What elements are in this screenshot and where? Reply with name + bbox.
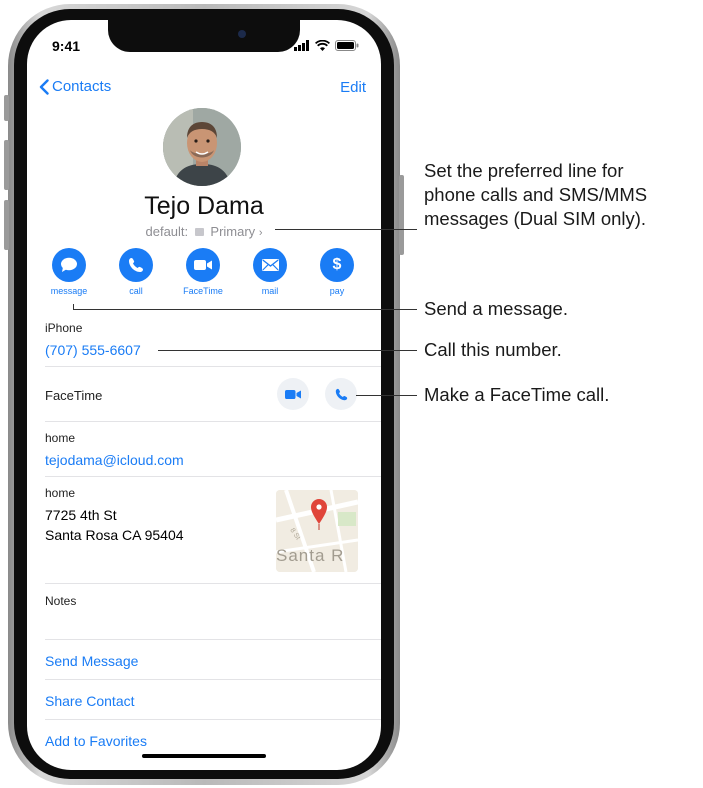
message-icon [61,257,77,272]
avatar [163,108,241,186]
address-label: home [45,486,76,500]
message-button[interactable]: message [38,248,100,296]
callout-call-number: Call this number. [424,339,562,360]
callout-dual-sim: Set the preferred line for phone calls a… [424,159,647,231]
divider [45,719,381,720]
message-circle [52,248,86,282]
facetime-label: FaceTime [183,286,223,296]
side-button [399,175,404,255]
status-time: 9:41 [52,38,81,54]
callout-dual-sim-line2: phone calls and SMS/MMS [424,184,648,205]
facetime-circle [186,248,220,282]
send-message-link[interactable]: Send Message [45,653,138,669]
mail-button[interactable]: mail [239,248,301,296]
leader-line-message [73,309,417,310]
pay-label: pay [329,286,345,296]
leader-line-facetime [356,395,417,396]
mail-label: mail [261,286,279,296]
phone-number-link[interactable]: (707) 555-6607 [45,342,141,358]
silent-switch [4,95,9,121]
battery-icon [335,39,359,51]
pay-button[interactable]: $ pay [306,248,368,296]
video-camera-icon [194,260,212,270]
envelope-icon [261,259,279,271]
facetime-row-label: FaceTime [45,388,103,403]
callout-dual-sim-line3: messages (Dual SIM only). [424,208,647,229]
leader-line-call [158,350,417,351]
call-button[interactable]: call [105,248,167,296]
notes-label[interactable]: Notes [45,594,76,608]
call-circle [119,248,153,282]
phone-icon [335,388,347,400]
address-line1[interactable]: 7725 4th St [45,507,117,523]
back-button[interactable]: Contacts [39,78,111,95]
facetime-video-button[interactable] [277,378,309,410]
phone-icon [129,258,143,272]
default-line-selector[interactable]: default: Primary › [27,224,381,239]
add-to-favorites-link[interactable]: Add to Favorites [45,733,147,749]
callout-facetime-call: Make a FaceTime call. [424,384,610,405]
front-camera [238,30,246,38]
home-indicator[interactable] [142,754,266,758]
divider [45,583,381,584]
email-link[interactable]: tejodama@icloud.com [45,452,184,468]
contact-photo [163,108,241,186]
chevron-left-icon [39,78,49,95]
divider [45,639,381,640]
edit-button[interactable]: Edit [340,79,366,96]
leader-line-dual-sim [275,229,417,230]
default-line-value: Primary [210,224,256,239]
sim-icon [194,228,204,236]
volume-up-button [4,140,9,190]
callout-send-message: Send a message. [424,298,568,319]
contact-name: Tejo Dama [144,192,264,220]
divider [45,679,381,680]
volume-down-button [4,200,9,250]
wifi-icon [315,39,330,51]
call-label: call [129,286,143,296]
dollar-icon: $ [332,256,342,273]
facetime-button[interactable]: FaceTime [172,248,234,296]
map-thumbnail[interactable]: 8 St Santa R [276,490,358,572]
chevron-right-icon: › [258,227,263,239]
default-label: default: [145,224,189,239]
share-contact-link[interactable]: Share Contact [45,693,135,709]
address-line2[interactable]: Santa Rosa CA 95404 [45,527,184,543]
email-label: home [45,431,76,445]
status-icons [294,39,359,51]
pay-circle: $ [320,248,354,282]
notch [108,20,300,52]
map-city-label: Santa R [276,546,345,565]
video-camera-icon [285,389,301,399]
divider [45,366,381,367]
back-button-label: Contacts [52,78,112,95]
phone-screen: 9:41 Contacts Edit Tejo Dama default: Pr… [27,20,381,770]
phone-label: iPhone [45,321,83,335]
action-buttons: message call FaceTime mail $ pay [38,248,368,296]
facetime-audio-button[interactable] [325,378,357,410]
divider [45,421,381,422]
signal-icon [294,39,309,51]
callout-dual-sim-line1: Set the preferred line for [424,160,624,181]
mail-circle [253,248,287,282]
divider [45,476,381,477]
message-label: message [50,286,88,296]
